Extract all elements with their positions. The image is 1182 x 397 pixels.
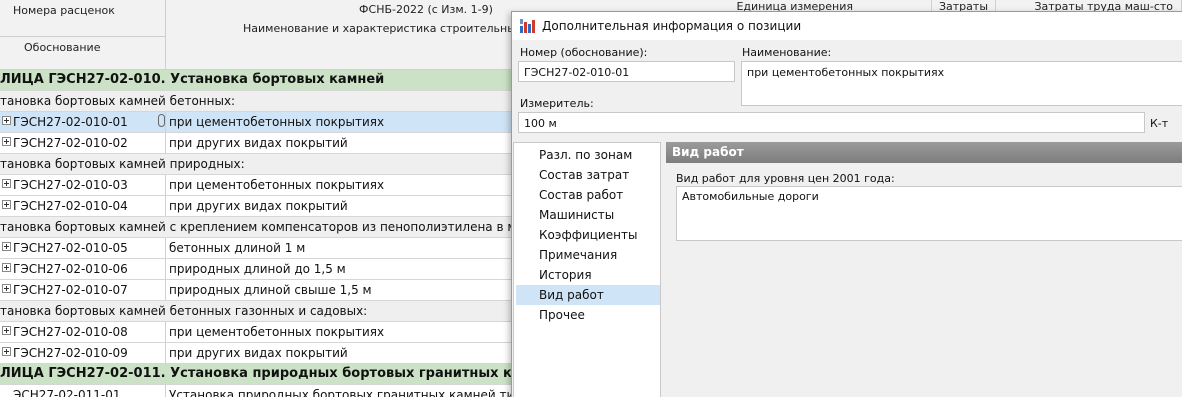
dialog-titlebar[interactable]: Дополнительная информация о позиции — [512, 12, 1182, 40]
rate-code: ЭСН27-02-011-01 — [13, 388, 121, 397]
nav-item-work-composition[interactable]: Состав работ — [516, 185, 660, 205]
group-row-text: тановка бортовых камней бетонных: — [0, 94, 236, 108]
rate-code: ГЭСН27-02-010-03 — [13, 178, 128, 192]
nav-item-work-type[interactable]: Вид работ — [516, 285, 660, 305]
section-row-text: ЛИЦА ГЭСН27-02-011. Установка природных … — [0, 366, 580, 381]
header-col-number[interactable]: Номера расценок — [0, 0, 166, 37]
nav-item-notes[interactable]: Примечания — [516, 245, 660, 265]
rate-code-cell: ГЭСН27-02-010-02 — [0, 133, 166, 153]
rate-code-cell: ЭСН27-02-011-01 — [0, 385, 166, 397]
nav-item-coefficients[interactable]: Коэффициенты — [516, 225, 660, 245]
expand-icon[interactable] — [2, 200, 11, 209]
group-row-text: тановка бортовых камней бетонных газонны… — [0, 304, 368, 318]
paperclip-icon — [158, 114, 165, 127]
work-type-label: Вид работ для уровня цен 2001 года: — [676, 172, 895, 185]
name-field[interactable]: при цементобетонных покрытиях — [741, 61, 1182, 106]
section-row-text: ЛИЦА ГЭСН27-02-010. Установка бортовых к… — [0, 72, 385, 87]
rate-code: ГЭСН27-02-010-09 — [13, 346, 128, 360]
expand-icon[interactable] — [2, 116, 11, 125]
expand-icon[interactable] — [2, 179, 11, 188]
meter-label: Измеритель: — [520, 97, 594, 110]
nav-item-history[interactable]: История — [516, 265, 660, 285]
group-row-text: тановка бортовых камней с креплением ком… — [0, 220, 552, 234]
rate-code: ГЭСН27-02-010-08 — [13, 325, 128, 339]
rate-code-cell: ГЭСН27-02-010-05 — [0, 238, 166, 258]
number-label: Номер (обоснование): — [520, 46, 648, 59]
header-col-basis-label: Обоснование — [24, 41, 101, 54]
panel-title: Вид работ — [666, 142, 1182, 163]
dialog-nav: Разл. по зонам Состав затрат Состав рабо… — [513, 142, 661, 397]
expand-icon[interactable] — [2, 326, 11, 335]
coef-label: К-т — [1150, 117, 1169, 130]
nav-item-other[interactable]: Прочее — [516, 305, 660, 325]
rate-code-cell: ГЭСН27-02-010-03 — [0, 175, 166, 195]
number-field[interactable]: ГЭСН27-02-010-01 — [518, 61, 735, 82]
expand-icon[interactable] — [2, 242, 11, 251]
work-type-panel: Вид работ Вид работ для уровня цен 2001 … — [666, 142, 1182, 397]
expand-icon[interactable] — [2, 263, 11, 272]
work-type-field[interactable]: Автомобильные дороги — [676, 186, 1182, 241]
app-icon — [520, 19, 535, 33]
group-row-text: тановка бортовых камней природных: — [0, 157, 245, 171]
rate-code-cell: ГЭСН27-02-010-08 — [0, 322, 166, 342]
rate-code-cell: ГЭСН27-02-010-07 — [0, 280, 166, 300]
name-label: Наименование: — [742, 46, 832, 59]
dialog-title: Дополнительная информация о позиции — [542, 19, 802, 33]
rate-code-cell: ГЭСН27-02-010-06 — [0, 259, 166, 279]
rate-code-cell: ГЭСН27-02-010-09 — [0, 343, 166, 363]
rate-code-cell: ГЭСН27-02-010-01 — [0, 112, 166, 132]
header-col-number-label: Номера расценок — [13, 4, 115, 17]
rate-code: ГЭСН27-02-010-01 — [13, 115, 128, 129]
position-info-dialog: Дополнительная информация о позиции Номе… — [511, 11, 1182, 397]
expand-icon[interactable] — [2, 137, 11, 146]
rate-code-cell: ГЭСН27-02-010-04 — [0, 196, 166, 216]
rate-code: ГЭСН27-02-010-05 — [13, 241, 128, 255]
rate-code: ГЭСН27-02-010-06 — [13, 262, 128, 276]
expand-icon[interactable] — [2, 347, 11, 356]
nav-item-cost-composition[interactable]: Состав затрат — [516, 165, 660, 185]
nav-item-operators[interactable]: Машинисты — [516, 205, 660, 225]
nav-item-zones[interactable]: Разл. по зонам — [516, 145, 660, 165]
meter-field[interactable]: 100 м — [518, 112, 1145, 133]
header-col-basis[interactable]: Обоснование — [0, 37, 166, 70]
expand-icon[interactable] — [2, 284, 11, 293]
rate-code: ГЭСН27-02-010-02 — [13, 136, 128, 150]
rate-code: ГЭСН27-02-010-07 — [13, 283, 128, 297]
rate-code: ГЭСН27-02-010-04 — [13, 199, 128, 213]
